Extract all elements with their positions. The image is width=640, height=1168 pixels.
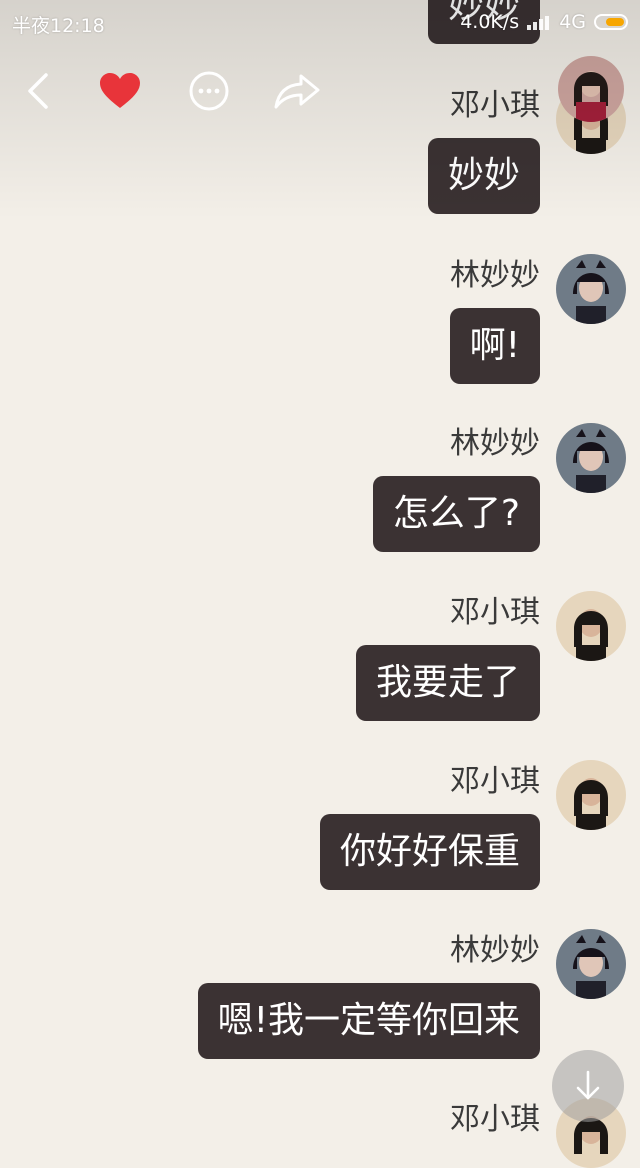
sender-name: 林妙妙 (450, 258, 540, 293)
sender-name: 邓小琪 (450, 764, 540, 799)
like-button[interactable] (95, 66, 145, 116)
avatar-linmiaomiao[interactable] (556, 929, 626, 999)
arrow-down-icon (576, 1070, 600, 1100)
status-time: 半夜12:18 (12, 15, 105, 37)
status-bar: 半夜12:18 4.0K/s 4G (0, 0, 640, 44)
message-bubble[interactable]: 你好好保重 (319, 814, 540, 890)
message-bubble[interactable]: 怎么了? (372, 476, 540, 552)
avatar-dengxiaoqi[interactable] (556, 591, 626, 661)
toolbar (0, 56, 360, 126)
sender-name: 林妙妙 (450, 426, 540, 461)
sender-name: 邓小琪 (450, 88, 540, 123)
signal-icon (527, 14, 551, 30)
avatar-partial[interactable] (558, 56, 624, 122)
message-row: 邓小琪 妙妙 (427, 86, 540, 214)
sender-name: 邓小琪 (450, 1102, 540, 1137)
network-speed: 4.0K/s (460, 11, 520, 33)
back-button[interactable] (13, 66, 63, 116)
message-row: 邓小琪 我要走了 (355, 593, 540, 721)
message-row: 邓小琪 (450, 1100, 540, 1152)
message-row: 邓小琪 你好好保重 (319, 762, 540, 890)
more-icon (189, 71, 229, 111)
sender-name: 邓小琪 (450, 595, 540, 630)
message-row: 林妙妙 怎么了? (372, 424, 540, 552)
status-right: 4.0K/s 4G (460, 11, 628, 33)
message-bubble[interactable]: 啊! (449, 308, 540, 384)
back-icon (28, 73, 48, 109)
more-button[interactable] (184, 66, 234, 116)
message-bubble[interactable]: 妙妙 (427, 138, 540, 214)
message-bubble[interactable]: 我要走了 (355, 645, 540, 721)
message-row: 林妙妙 啊! (449, 256, 540, 384)
avatar-dengxiaoqi[interactable] (556, 760, 626, 830)
battery-icon (594, 14, 628, 30)
sender-name: 林妙妙 (450, 933, 540, 968)
chat-area: 妙妙 邓小琪 妙妙 林妙妙 啊! 林妙妙 怎么了? 邓小琪 我要走了 邓小琪 你… (0, 0, 640, 1168)
share-icon (274, 74, 320, 109)
avatar-linmiaomiao[interactable] (556, 423, 626, 493)
heart-icon (100, 73, 140, 108)
message-bubble[interactable]: 嗯!我一定等你回来 (197, 983, 540, 1059)
message-row: 林妙妙 嗯!我一定等你回来 (197, 931, 540, 1059)
share-button[interactable] (272, 66, 322, 116)
avatar-linmiaomiao[interactable] (556, 254, 626, 324)
scroll-down-button[interactable] (552, 1050, 624, 1122)
network-type: 4G (559, 11, 586, 33)
